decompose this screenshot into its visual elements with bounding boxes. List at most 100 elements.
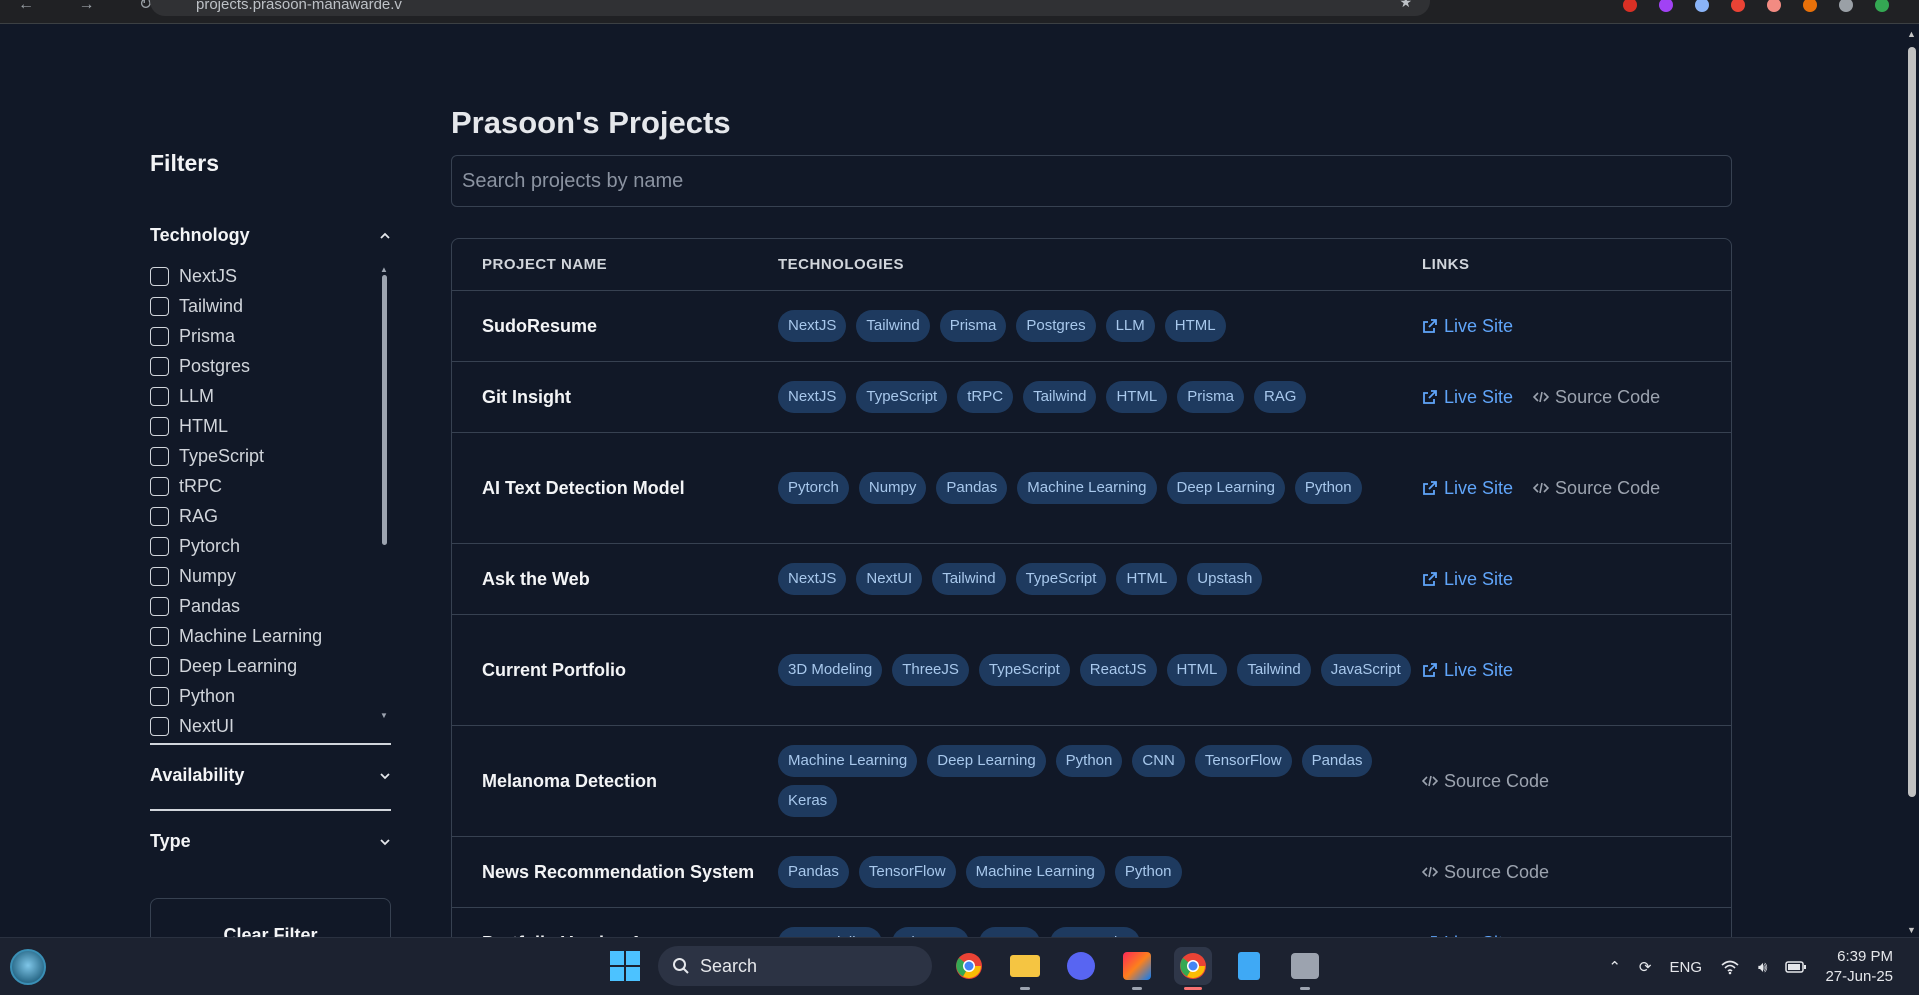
scroll-down-icon[interactable]: ▼ (380, 711, 388, 720)
source-code-link[interactable]: Source Code (1422, 862, 1549, 883)
battery-icon[interactable] (1785, 960, 1807, 974)
extension-icon[interactable] (1623, 0, 1637, 12)
address-url[interactable]: projects.prasoon-manawarde.v (196, 0, 402, 13)
app-icon[interactable] (1286, 947, 1324, 990)
checkbox[interactable] (150, 506, 169, 526)
checkbox[interactable] (150, 296, 169, 316)
extension-icon[interactable] (1839, 0, 1853, 12)
technology-filter-item[interactable]: Pandas (150, 591, 391, 621)
project-name: AI Text Detection Model (482, 477, 685, 498)
live-site-link[interactable]: Live Site (1422, 569, 1513, 590)
search-input[interactable] (452, 156, 1731, 206)
clock[interactable]: 6:39 PM 27-Jun-25 (1825, 947, 1893, 987)
technology-tag: Machine Learning (965, 856, 1105, 888)
browser-toolbar: ← → ↻ projects.prasoon-manawarde.v ★ (0, 0, 1919, 24)
external-link-icon (1423, 319, 1437, 333)
bookmark-star-icon[interactable]: ★ (1399, 0, 1412, 11)
widgets-icon[interactable] (10, 949, 46, 985)
technology-filter-item[interactable]: tRPC (150, 471, 391, 501)
code-icon (1422, 866, 1438, 878)
wifi-icon[interactable] (1720, 959, 1740, 975)
scrollbar-thumb[interactable] (382, 275, 387, 545)
taskbar-search[interactable]: Search (658, 946, 932, 986)
live-site-link[interactable]: Live Site (1422, 387, 1513, 408)
external-link-icon (1423, 572, 1437, 586)
technology-filter-item[interactable]: LLM (150, 381, 391, 411)
technology-filter-item[interactable]: NextJS (150, 261, 391, 291)
checkbox[interactable] (150, 266, 169, 286)
checkbox[interactable] (150, 626, 169, 646)
technology-list-scrollbar[interactable]: ▲ ▼ (380, 265, 390, 720)
extension-icon[interactable] (1767, 0, 1781, 12)
live-site-label: Live Site (1444, 477, 1514, 498)
extension-icon[interactable] (1659, 0, 1673, 12)
technology-filter-item[interactable]: HTML (150, 411, 391, 441)
technology-filter-item[interactable]: TypeScript (150, 441, 391, 471)
external-link-icon (1423, 390, 1437, 404)
chrome-active-window-icon[interactable] (1174, 947, 1212, 990)
technology-filter-item[interactable]: NextUI (150, 711, 391, 741)
technology-filter-item[interactable]: Deep Learning (150, 651, 391, 681)
checkbox[interactable] (150, 566, 169, 586)
technology-tag: TypeScript (856, 381, 948, 413)
technology-tags: NextJS Tailwind Prisma Postgres LLM HTML (778, 310, 1422, 342)
technology-filter-item[interactable]: Tailwind (150, 291, 391, 321)
checkbox[interactable] (150, 326, 169, 346)
technology-filter-item[interactable]: Postgres (150, 351, 391, 381)
chevron-up-icon[interactable]: ⌃ (1608, 958, 1621, 976)
extension-icon[interactable] (1803, 0, 1817, 12)
checkbox[interactable] (150, 536, 169, 556)
intellij-icon[interactable] (1118, 947, 1156, 990)
windows-start-icon[interactable] (610, 951, 640, 981)
checkbox[interactable] (150, 686, 169, 706)
source-code-link[interactable]: Source Code (1533, 387, 1660, 408)
discord-icon[interactable] (1062, 947, 1100, 985)
extensions-bar (1623, 0, 1889, 12)
live-site-label: Live Site (1444, 386, 1514, 407)
checkbox[interactable] (150, 656, 169, 676)
checkbox[interactable] (150, 476, 169, 496)
type-section-toggle[interactable]: Type (150, 831, 391, 852)
technology-filter-item[interactable]: Prisma (150, 321, 391, 351)
checkbox[interactable] (150, 356, 169, 376)
source-code-link[interactable]: Source Code (1533, 478, 1660, 499)
sync-icon[interactable]: ⟳ (1639, 958, 1652, 976)
file-explorer-icon[interactable] (1006, 947, 1044, 990)
technology-filter-label: tRPC (179, 475, 223, 496)
live-site-link[interactable]: Live Site (1422, 660, 1513, 681)
technology-filter-item[interactable]: Python (150, 681, 391, 711)
extension-icon[interactable] (1695, 0, 1709, 12)
checkbox[interactable] (150, 386, 169, 406)
technology-tag: LLM (1105, 310, 1155, 342)
scroll-up-icon[interactable]: ▲ (1907, 29, 1916, 39)
scrollbar-thumb[interactable] (1908, 47, 1916, 797)
source-code-link[interactable]: Source Code (1422, 771, 1549, 792)
checkbox[interactable] (150, 716, 169, 736)
technology-section-toggle[interactable]: Technology (150, 225, 391, 246)
technology-filter-item[interactable]: RAG (150, 501, 391, 531)
address-bar[interactable]: projects.prasoon-manawarde.v ★ (150, 0, 1430, 16)
live-site-link[interactable]: Live Site (1422, 316, 1513, 337)
checkbox[interactable] (150, 596, 169, 616)
checkbox[interactable] (150, 416, 169, 436)
extension-icon[interactable] (1731, 0, 1745, 12)
technology-filter-list[interactable]: NextJS Tailwind Prisma Postgres LLM HTML TypeS… (150, 261, 391, 745)
technology-tag: HTML (1116, 563, 1178, 595)
page-scrollbar[interactable]: ▲ ▼ (1904, 25, 1919, 937)
technology-filter-item[interactable]: Numpy (150, 561, 391, 591)
chrome-app-icon[interactable] (950, 947, 988, 985)
table-row: News Recommendation System Pandas TensorFl… (452, 837, 1731, 908)
clear-filter-button[interactable]: Clear Filter (150, 898, 391, 937)
profile-avatar[interactable] (1875, 0, 1889, 12)
technology-filter-item[interactable]: Machine Learning (150, 621, 391, 651)
scroll-down-icon[interactable]: ▼ (1907, 925, 1916, 935)
technology-tag: Pandas (778, 856, 849, 888)
live-site-link[interactable]: Live Site (1422, 478, 1513, 499)
notepad-icon[interactable] (1230, 947, 1268, 985)
scroll-up-icon[interactable]: ▲ (380, 265, 388, 274)
availability-section-toggle[interactable]: Availability (150, 765, 391, 786)
technology-filter-item[interactable]: Pytorch (150, 531, 391, 561)
language-indicator[interactable]: ENG (1669, 959, 1702, 976)
volume-icon[interactable]: 🔊︎ (1758, 959, 1767, 976)
checkbox[interactable] (150, 446, 169, 466)
